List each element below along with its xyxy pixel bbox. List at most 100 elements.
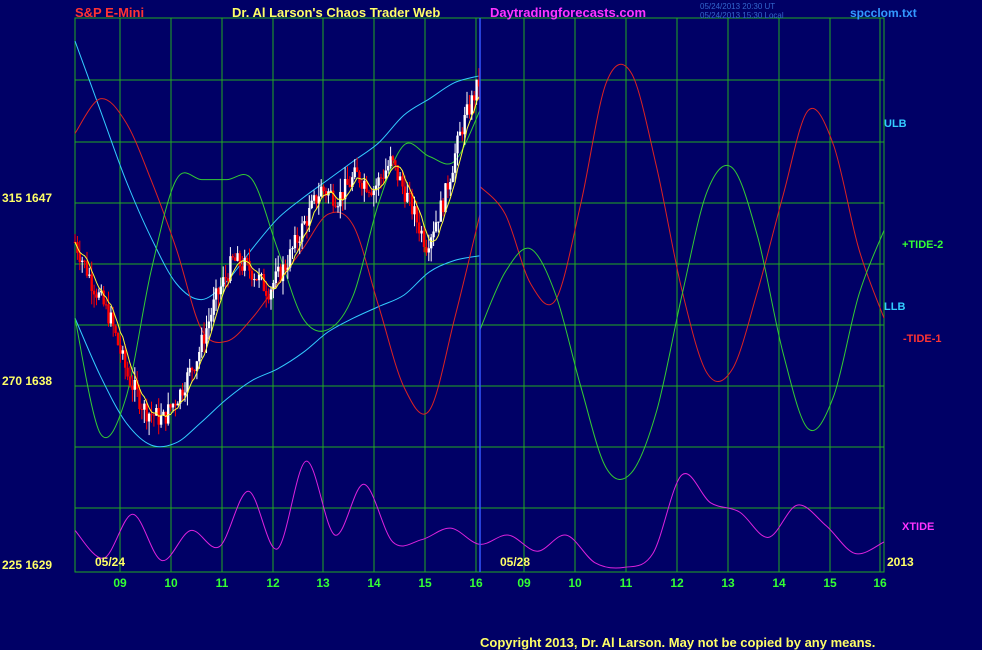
price-bar	[83, 260, 86, 262]
price-bar	[269, 289, 273, 300]
price-bar	[370, 192, 373, 196]
price-bar	[255, 279, 258, 281]
price-bar	[291, 248, 294, 250]
x-tick-label-day2: 14	[772, 576, 786, 590]
price-bar	[449, 182, 452, 190]
price-bar	[188, 367, 191, 373]
price-bar	[430, 237, 433, 249]
price-bar	[119, 345, 122, 354]
price-bar	[171, 403, 175, 408]
price-bar	[205, 328, 208, 344]
price-bar	[174, 403, 177, 406]
price-bar	[183, 392, 187, 396]
price-bar	[85, 261, 89, 276]
price-bar	[238, 253, 242, 267]
price-bar	[384, 170, 387, 179]
price-bar	[97, 292, 101, 298]
price-bar	[475, 79, 478, 101]
price-bar	[250, 270, 254, 280]
price-bar	[88, 274, 91, 276]
price-bar	[310, 200, 313, 208]
price-bar	[222, 277, 225, 287]
price-bar	[274, 271, 277, 284]
x-tick-label-day2: 15	[823, 576, 837, 590]
price-bar	[308, 208, 311, 226]
price-bar	[401, 176, 404, 187]
price-bar	[353, 167, 356, 178]
price-bar	[413, 206, 416, 215]
price-bar	[408, 192, 411, 194]
page-title: Dr. Al Larson's Chaos Trader Web	[232, 5, 440, 20]
x-tick-label-day1: 14	[367, 576, 381, 590]
price-bar	[131, 385, 134, 390]
price-bar	[458, 131, 462, 136]
price-bar	[425, 247, 428, 253]
price-bar	[461, 131, 464, 135]
price-bar	[226, 278, 230, 282]
x-tick-label-day2: 16	[873, 576, 887, 590]
price-bar	[181, 389, 184, 396]
price-bar	[138, 389, 141, 409]
price-bar	[147, 413, 151, 422]
y-label-mid: 270 1638	[2, 374, 52, 388]
price-bar	[418, 222, 421, 234]
price-bar	[267, 295, 270, 300]
price-bar	[463, 115, 466, 135]
x-tick-label-day2: 11	[620, 576, 633, 590]
price-bar	[241, 266, 244, 271]
price-bar	[265, 291, 268, 296]
price-bar	[114, 326, 117, 333]
price-bar	[112, 312, 115, 327]
price-bar	[214, 288, 218, 300]
price-bar	[341, 192, 344, 200]
x-tick-label-day1: 12	[266, 576, 280, 590]
price-bar	[334, 205, 337, 207]
price-bar	[394, 160, 397, 165]
price-bar	[95, 294, 98, 298]
price-bar	[145, 403, 148, 422]
price-bar	[167, 404, 170, 424]
y-label-bottom: 225 1629	[2, 558, 52, 572]
price-bar	[336, 206, 340, 208]
price-bar	[372, 190, 375, 196]
price-bar	[422, 230, 426, 247]
price-bar	[305, 221, 309, 226]
price-bar	[217, 288, 220, 295]
price-bar	[207, 321, 211, 329]
price-bar	[355, 167, 359, 172]
copyright-text: Copyright 2013, Dr. Al Larson. May not b…	[480, 635, 875, 650]
instrument-label: S&P E-Mini	[75, 5, 144, 20]
price-bar	[403, 186, 407, 202]
price-bar	[109, 312, 113, 324]
price-bar	[253, 279, 256, 281]
site-link[interactable]: Daytradingforecasts.com	[490, 5, 646, 20]
price-bar	[293, 235, 297, 249]
price-bar	[128, 376, 132, 386]
x-tick-label-day1: 09	[113, 576, 127, 590]
price-bar	[126, 367, 129, 377]
price-bar	[420, 230, 423, 234]
x-tick-label-day1: 10	[164, 576, 178, 590]
price-bar	[104, 304, 108, 306]
price-bar	[298, 241, 301, 243]
price-bar	[358, 172, 361, 183]
price-bar	[190, 367, 194, 371]
price-bar	[451, 172, 454, 182]
price-bar	[389, 156, 392, 166]
year-label: 2013	[887, 555, 914, 569]
price-bar	[322, 186, 325, 191]
price-bar	[434, 222, 438, 232]
price-bar	[437, 221, 440, 223]
price-bar	[284, 264, 287, 271]
price-bar	[262, 274, 266, 291]
legend-xtide: XTIDE	[902, 521, 934, 533]
price-bar	[231, 256, 234, 258]
price-bar	[379, 177, 383, 179]
price-bar	[219, 286, 222, 295]
price-bar	[398, 176, 402, 181]
x-tick-label-day2: 10	[568, 576, 582, 590]
price-bar	[320, 186, 323, 197]
price-bar	[441, 200, 445, 213]
price-bar	[391, 156, 395, 161]
price-bar	[236, 253, 239, 261]
